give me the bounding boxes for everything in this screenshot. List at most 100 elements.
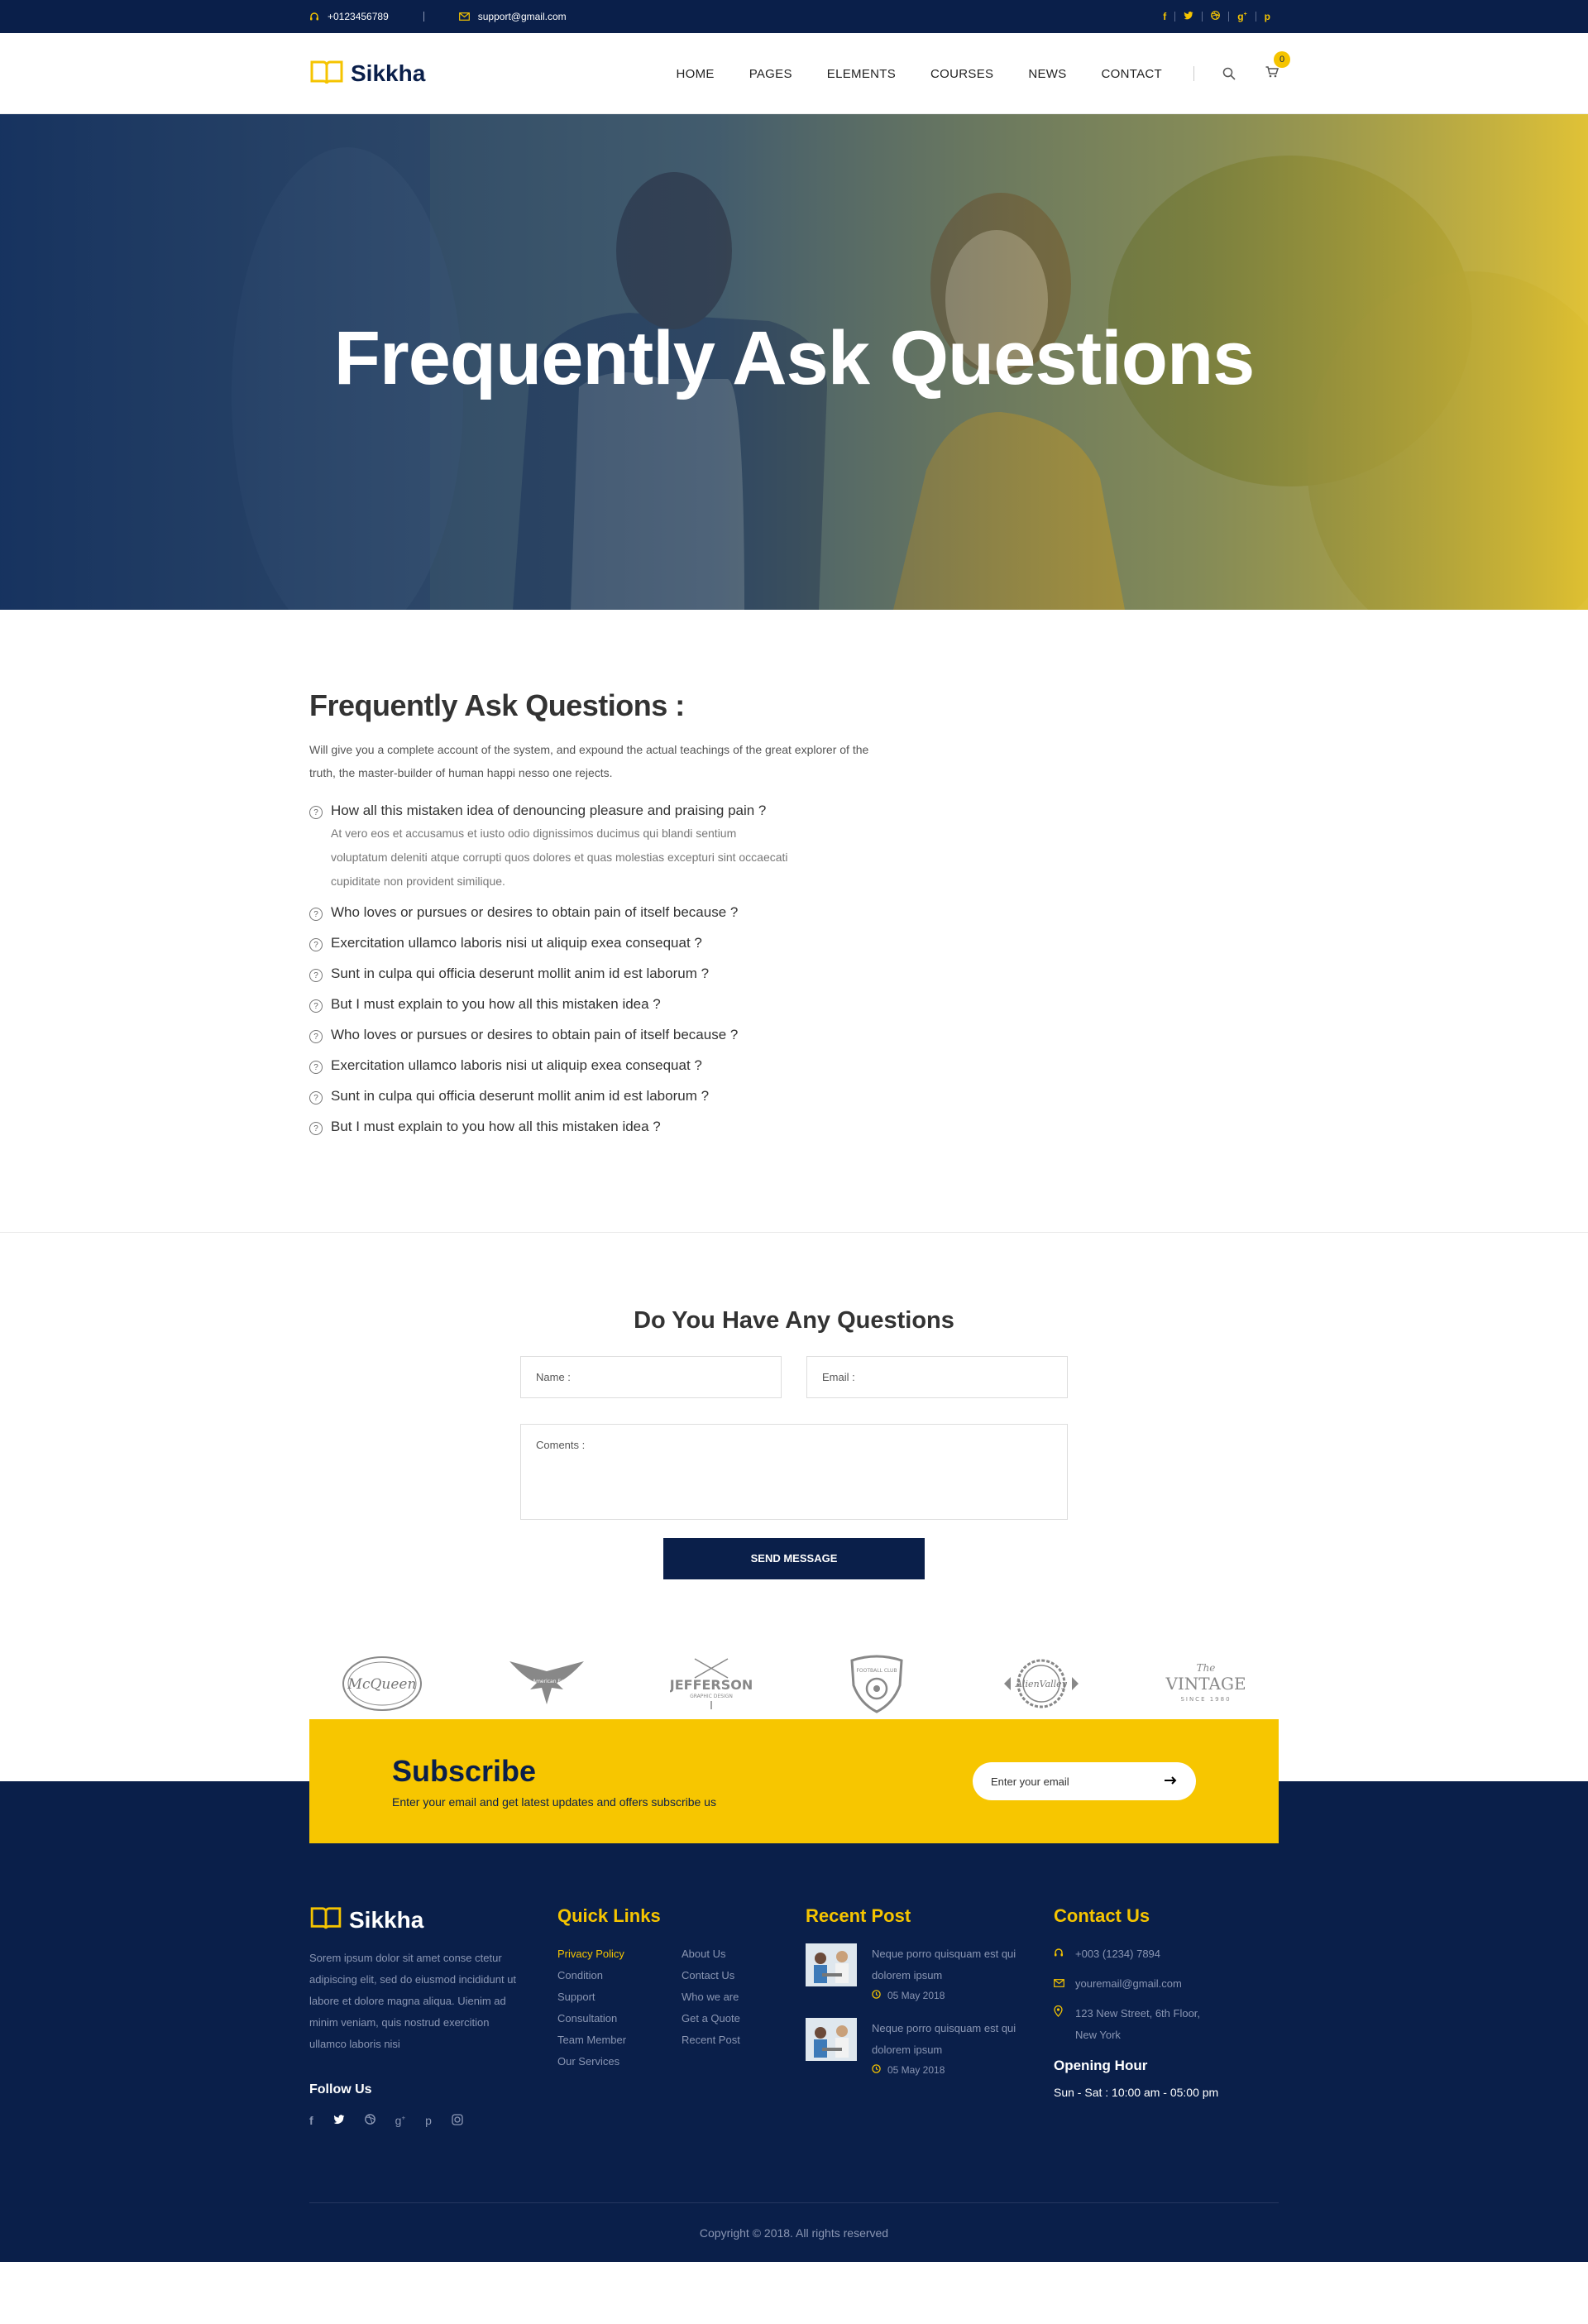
brand-text: The — [1197, 1662, 1216, 1674]
quick-link[interactable]: Team Member — [557, 2029, 682, 2051]
topbar-email[interactable]: support@gmail.com — [458, 11, 567, 22]
footer-socials: f g+ p — [309, 2114, 557, 2128]
faq-question[interactable]: Exercitation ullamco laboris nisi ut ali… — [331, 1057, 702, 1074]
quick-link[interactable]: Our Services — [557, 2051, 682, 2072]
nav-contact[interactable]: CONTACT — [1102, 67, 1162, 81]
recent-post[interactable]: Neque porro quisquam est qui dolorem ips… — [806, 1943, 1054, 2001]
instagram-icon[interactable] — [452, 2114, 463, 2128]
pinterest-icon[interactable]: p — [425, 2114, 432, 2128]
brand-logo-eagle: The American Eagle — [505, 1652, 588, 1715]
recent-post-title: Recent Post — [806, 1905, 911, 1926]
topbar: +0123456789 support@gmail.com f g+ p — [0, 0, 1588, 33]
subscribe-email-input[interactable]: Enter your email — [973, 1762, 1196, 1800]
envelope-icon — [1054, 1973, 1065, 1995]
name-field[interactable]: Name : — [520, 1356, 782, 1398]
faq-item[interactable]: ? But I must explain to you how all this… — [309, 1119, 1279, 1135]
dribbble-icon[interactable] — [1203, 11, 1228, 22]
brand-text: JEFFERSON — [670, 1677, 753, 1693]
question-circle-icon: ? — [309, 1030, 323, 1043]
quick-link[interactable]: Contact Us — [682, 1965, 806, 1986]
post-title[interactable]: Neque porro quisquam est qui dolorem ips… — [872, 2018, 1054, 2061]
faq-question[interactable]: Sunt in culpa qui officia deserunt molli… — [331, 966, 709, 982]
cart-count-badge: 0 — [1274, 50, 1290, 68]
question-circle-icon: ? — [309, 908, 323, 921]
subscribe-banner: Subscribe Enter your email and get lates… — [309, 1719, 1279, 1843]
post-title[interactable]: Neque porro quisquam est qui dolorem ips… — [872, 1943, 1054, 1986]
faq-question[interactable]: Who loves or pursues or desires to obtai… — [331, 1027, 738, 1043]
question-circle-icon: ? — [309, 1091, 323, 1104]
nav-news[interactable]: NEWS — [1028, 67, 1066, 81]
search-icon[interactable] — [1222, 67, 1236, 80]
pinterest-icon[interactable]: p — [1256, 11, 1279, 22]
faq-item[interactable]: ? Exercitation ullamco laboris nisi ut a… — [309, 1057, 1279, 1074]
divider — [423, 12, 424, 22]
email-field[interactable]: Email : — [806, 1356, 1068, 1398]
faq-question[interactable]: But I must explain to you how all this m… — [331, 1119, 661, 1135]
question-form: Name : Email : Coments : SEND MESSAGE — [520, 1356, 1068, 1579]
faq-question[interactable]: How all this mistaken idea of denouncing… — [331, 803, 794, 819]
quick-links-title: Quick Links — [557, 1905, 661, 1926]
contact-phone[interactable]: +003 (1234) 7894 — [1054, 1943, 1279, 1965]
faq-item[interactable]: ? Sunt in culpa qui officia deserunt mol… — [309, 1088, 1279, 1104]
faq-item[interactable]: ? But I must explain to you how all this… — [309, 996, 1279, 1013]
post-thumbnail[interactable] — [806, 2018, 857, 2061]
faq-question[interactable]: Who loves or pursues or desires to obtai… — [331, 904, 738, 921]
send-message-button[interactable]: SEND MESSAGE — [663, 1538, 925, 1579]
faq-answer: At vero eos et accusamus et iusto odio d… — [331, 827, 788, 888]
envelope-icon — [458, 12, 470, 21]
recent-post[interactable]: Neque porro quisquam est qui dolorem ips… — [806, 2018, 1054, 2076]
faq-question[interactable]: Sunt in culpa qui officia deserunt molli… — [331, 1088, 709, 1104]
facebook-icon[interactable]: f — [309, 2114, 313, 2128]
site-header: Sikkha HOME PAGES ELEMENTS COURSES NEWS … — [0, 33, 1588, 114]
faq-item[interactable]: ? How all this mistaken idea of denounci… — [309, 803, 1279, 890]
contact-address: 123 New Street, 6th Floor, New York — [1054, 2003, 1279, 2046]
quick-link[interactable]: Privacy Policy — [557, 1943, 682, 1965]
logo[interactable]: Sikkha — [309, 59, 425, 89]
cart-button[interactable]: 0 — [1265, 50, 1290, 82]
post-date: 05 May 2018 — [872, 1990, 1054, 2001]
brand-text: FOOTBALL CLUB — [856, 1668, 897, 1674]
question-circle-icon: ? — [309, 1122, 323, 1135]
brand-text: The American Eagle — [521, 1679, 572, 1684]
nav-elements[interactable]: ELEMENTS — [827, 67, 896, 81]
quick-link[interactable]: Consultation — [557, 2008, 682, 2029]
post-thumbnail[interactable] — [806, 1943, 857, 1986]
contact-email[interactable]: youremail@gmail.com — [1054, 1973, 1279, 1995]
dribbble-icon[interactable] — [364, 2114, 375, 2128]
post-date-text: 05 May 2018 — [887, 2064, 945, 2076]
headset-icon — [309, 12, 319, 22]
brand-logo-football-club: FOOTBALL CLUB — [835, 1652, 918, 1715]
quick-link[interactable]: Get a Quote — [682, 2008, 806, 2029]
google-plus-icon[interactable]: g+ — [395, 2114, 405, 2128]
faq-item[interactable]: ? Who loves or pursues or desires to obt… — [309, 904, 1279, 921]
faq-item[interactable]: ? Who loves or pursues or desires to obt… — [309, 1027, 1279, 1043]
footer-contact: Contact Us +003 (1234) 7894 youremail@gm… — [1054, 1905, 1279, 2128]
nav-courses[interactable]: COURSES — [930, 67, 993, 81]
faq-item[interactable]: ? Sunt in culpa qui officia deserunt mol… — [309, 966, 1279, 982]
arrow-right-icon[interactable] — [1165, 1774, 1178, 1789]
quick-link[interactable]: About Us — [682, 1943, 806, 1965]
copyright: Copyright © 2018. All rights reserved — [309, 2202, 1279, 2262]
nav-pages[interactable]: PAGES — [749, 67, 792, 81]
book-icon — [309, 59, 344, 89]
twitter-icon[interactable] — [1175, 11, 1202, 22]
twitter-icon[interactable] — [333, 2114, 345, 2128]
quick-link[interactable]: Recent Post — [682, 2029, 806, 2051]
faq-question[interactable]: But I must explain to you how all this m… — [331, 996, 661, 1013]
nav-home[interactable]: HOME — [676, 67, 714, 81]
quick-link[interactable]: Support — [557, 1986, 682, 2008]
faq-item[interactable]: ? Exercitation ullamco laboris nisi ut a… — [309, 935, 1279, 951]
topbar-phone[interactable]: +0123456789 — [309, 11, 389, 22]
brand-logo-alienvalley: AlienValley — [1000, 1652, 1083, 1715]
comments-field[interactable]: Coments : — [520, 1424, 1068, 1520]
quick-link[interactable]: Condition — [557, 1965, 682, 1986]
question-circle-icon: ? — [309, 999, 323, 1013]
map-pin-icon — [1054, 2003, 1065, 2046]
follow-us-label: Follow Us — [309, 2082, 372, 2096]
faq-question[interactable]: Exercitation ullamco laboris nisi ut ali… — [331, 935, 702, 951]
quick-link[interactable]: Who we are — [682, 1986, 806, 2008]
footer-logo[interactable]: Sikkha — [309, 1905, 557, 1934]
google-plus-icon[interactable]: g+ — [1229, 11, 1255, 22]
site-footer: Subscribe Enter your email and get lates… — [0, 1719, 1588, 2262]
facebook-icon[interactable]: f — [1155, 11, 1174, 22]
